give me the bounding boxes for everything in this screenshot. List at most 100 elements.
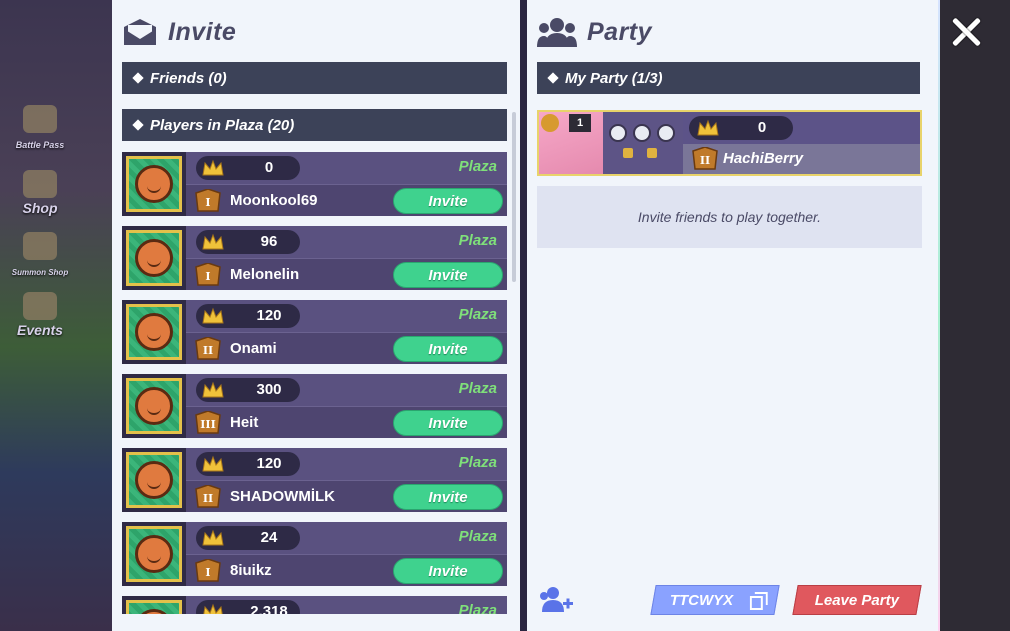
lock-icon <box>647 148 657 158</box>
party-panel: Party My Party (1/3) 1 0 II HachiBerry I… <box>527 0 938 631</box>
player-name: SHADOWMİLK <box>230 488 335 505</box>
member-info: 0 II HachiBerry <box>683 112 920 174</box>
player-row: 120 Plaza II SHADOWMİLK Invite <box>122 448 507 512</box>
player-trophies: 120 <box>256 307 282 324</box>
crown-icon <box>697 119 719 136</box>
player-avatar[interactable] <box>122 226 186 290</box>
cookie-avatar-icon <box>135 535 173 573</box>
crown-icon <box>202 529 224 546</box>
sidebar-item-battle-pass[interactable]: Battle Pass <box>10 105 70 151</box>
rank-badge-icon: II <box>195 337 221 360</box>
avatar-frame-inner <box>126 600 182 614</box>
rank-badge-icon: I <box>195 263 221 286</box>
member-skills <box>603 112 683 174</box>
player-name-row: I Moonkool69 Invite <box>186 184 507 216</box>
invite-button[interactable]: Invite <box>393 188 503 214</box>
player-trophy-row: 120 Plaza <box>186 448 507 480</box>
player-avatar[interactable] <box>122 522 186 586</box>
trophy-pill: 0 <box>689 116 793 140</box>
cookie-avatar-icon <box>135 313 173 351</box>
my-party-header: My Party (1/3) <box>537 62 920 94</box>
invite-button[interactable]: Invite <box>393 558 503 584</box>
trophy-pill: 300 <box>196 378 300 402</box>
player-location: Plaza <box>458 602 497 614</box>
add-friend-icon[interactable] <box>539 586 573 614</box>
player-avatar[interactable] <box>122 596 186 614</box>
plaza-section-header[interactable]: Players in Plaza (20) <box>122 109 507 141</box>
member-name-row: II HachiBerry <box>683 144 920 174</box>
cookie-avatar-icon <box>135 165 173 203</box>
trophy-pill: 24 <box>196 526 300 550</box>
trophy-pill: 2,318 <box>196 600 300 614</box>
crown-icon <box>202 233 224 250</box>
player-name: Moonkool69 <box>230 192 318 209</box>
player-row: 120 Plaza II Onami Invite <box>122 300 507 364</box>
player-avatar[interactable] <box>122 152 186 216</box>
diamond-bullet-icon <box>132 119 144 131</box>
invite-button[interactable]: Invite <box>393 336 503 362</box>
cookie-avatar-icon <box>135 609 173 614</box>
crown-icon <box>202 307 224 324</box>
player-info: 24 Plaza I 8iuikz Invite <box>186 522 507 586</box>
player-trophies: 300 <box>256 381 282 398</box>
player-trophy-row: 300 Plaza <box>186 374 507 406</box>
player-avatar[interactable] <box>122 374 186 438</box>
list-scrollbar[interactable] <box>512 112 516 282</box>
game-background-left: Battle Pass Shop Summon Shop Events <box>0 0 112 631</box>
rank-badge-icon: I <box>195 559 221 582</box>
skill-icon <box>657 124 675 142</box>
lock-icon <box>623 148 633 158</box>
rank-badge-icon: II <box>195 485 221 508</box>
friends-section-header[interactable]: Friends (0) <box>122 62 507 94</box>
trophy-pill: 0 <box>196 156 300 180</box>
player-row: 300 Plaza III Heit Invite <box>122 374 507 438</box>
member-trophy-row: 0 <box>683 112 920 144</box>
invite-button[interactable]: Invite <box>393 484 503 510</box>
party-code-button[interactable]: TTCWYX <box>650 585 780 615</box>
rank-badge-icon: I <box>195 189 221 212</box>
party-member-card[interactable]: 1 0 II HachiBerry <box>537 110 922 176</box>
game-background-right <box>938 0 1010 631</box>
diamond-bullet-icon <box>547 72 559 84</box>
sidebar-item-summon-shop[interactable]: Summon Shop <box>10 232 70 278</box>
player-row: 96 Plaza I Melonelin Invite <box>122 226 507 290</box>
close-button[interactable] <box>948 14 984 50</box>
svg-text:I: I <box>205 270 210 283</box>
player-info: 120 Plaza II SHADOWMİLK Invite <box>186 448 507 512</box>
player-row: 2,318 Plaza <box>122 596 507 614</box>
crown-icon <box>202 455 224 472</box>
player-trophy-row: 120 Plaza <box>186 300 507 332</box>
crown-icon <box>202 159 224 176</box>
invite-hint-text: Invite friends to play together. <box>537 186 922 248</box>
sidebar-item-events[interactable]: Events <box>10 292 70 338</box>
player-trophy-row: 24 Plaza <box>186 522 507 554</box>
skill-icon <box>609 124 627 142</box>
player-avatar[interactable] <box>122 448 186 512</box>
cookie-avatar-icon <box>135 461 173 499</box>
leave-party-button[interactable]: Leave Party <box>792 585 922 615</box>
crown-icon <box>203 603 223 614</box>
player-avatar[interactable] <box>122 300 186 364</box>
member-trophies: 0 <box>757 119 767 136</box>
sidebar-item-shop[interactable]: Shop <box>10 170 70 216</box>
avatar-frame-inner <box>126 156 182 212</box>
avatar-frame-inner <box>126 452 182 508</box>
player-name: Melonelin <box>230 266 300 283</box>
people-icon <box>537 18 577 47</box>
player-name: Heit <box>230 414 259 431</box>
star-icon <box>541 114 559 132</box>
skill-icon <box>633 124 651 142</box>
player-trophies: 96 <box>260 233 278 250</box>
player-location: Plaza <box>458 528 497 545</box>
svg-text:III: III <box>200 418 215 431</box>
svg-text:I: I <box>205 566 210 579</box>
member-name: HachiBerry <box>723 150 804 167</box>
invite-button[interactable]: Invite <box>393 410 503 436</box>
player-trophies: 120 <box>256 455 282 472</box>
invite-button[interactable]: Invite <box>393 262 503 288</box>
player-name-row: II SHADOWMİLK Invite <box>186 480 507 512</box>
player-name-row: II Onami Invite <box>186 332 507 364</box>
battle-pass-icon <box>23 105 57 133</box>
level-badge: 1 <box>569 114 591 132</box>
player-info: 120 Plaza II Onami Invite <box>186 300 507 364</box>
